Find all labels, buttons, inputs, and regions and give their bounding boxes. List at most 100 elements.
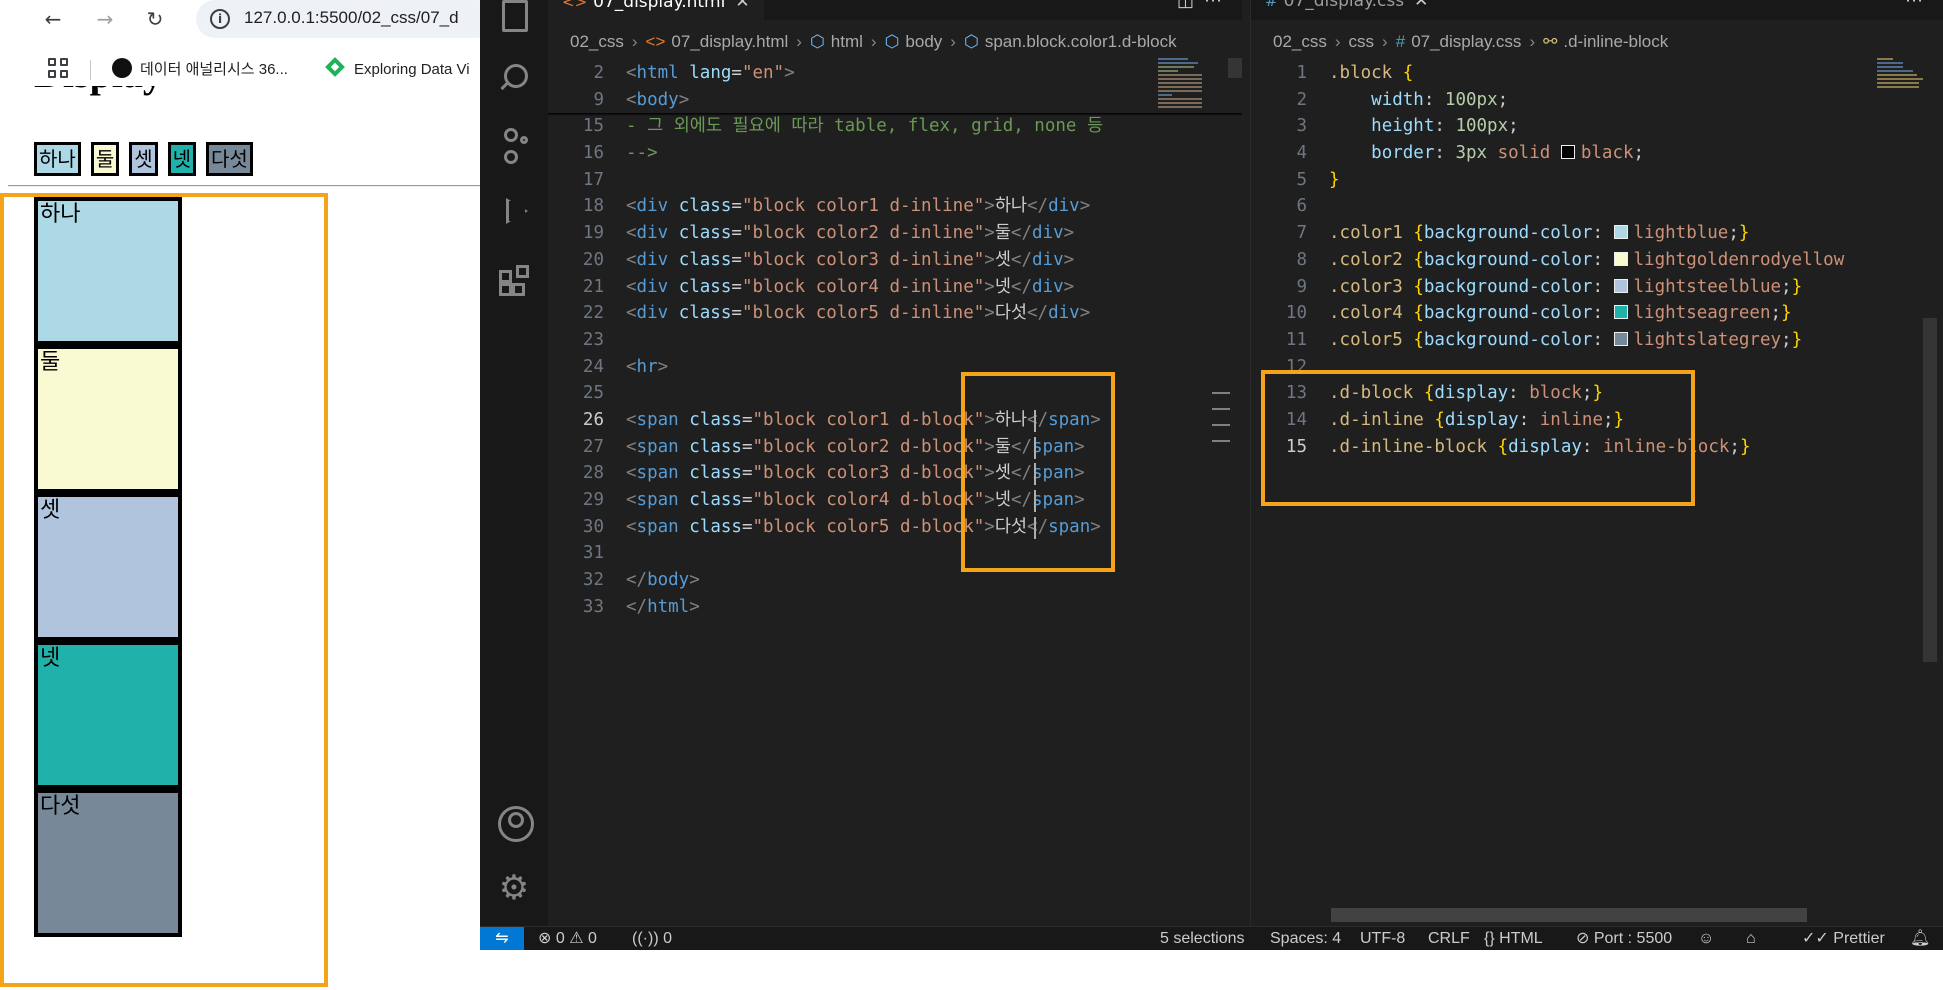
code-line[interactable]: 23	[548, 327, 1242, 354]
bookmark-data-vis[interactable]: Exploring Data Vi	[326, 58, 470, 78]
bell-icon[interactable]: 🔔︎	[1910, 927, 1930, 951]
ports-status[interactable]: ((·)) 0	[632, 927, 672, 951]
breadcrumb-item[interactable]: 07_display.html	[671, 32, 788, 51]
bookmark-github[interactable]: 데이터 애널리시스 36...	[112, 58, 288, 79]
prettier-status[interactable]: ✓✓ Prettier	[1802, 927, 1885, 951]
minimap[interactable]	[1877, 58, 1927, 128]
more-icon[interactable]: ⋯	[1905, 0, 1933, 11]
html-file-icon: <>	[562, 0, 588, 11]
code-line[interactable]: 16 -->	[548, 140, 1242, 167]
code-line[interactable]: 5}	[1251, 167, 1943, 194]
editor-css[interactable]: #07_display.css ✕ ⋯ 02_css › css › #07_displa…	[1250, 0, 1943, 926]
line-text: .color4 {background-color: lightseagreen…	[1329, 303, 1792, 324]
copilot-icon[interactable]: ☺	[1698, 927, 1714, 951]
code-line[interactable]: 33 </html>	[548, 594, 1242, 621]
reload-icon[interactable]: ↻	[140, 4, 170, 34]
code-line[interactable]: 25	[548, 380, 1242, 407]
code-line[interactable]: 2 width: 100px;	[1251, 87, 1943, 114]
eol-status[interactable]: CRLF	[1428, 927, 1470, 951]
run-debug-icon[interactable]	[496, 194, 532, 230]
source-control-icon[interactable]	[496, 126, 532, 164]
code-line[interactable]: 21 <div class="block color4 d-inline">넷</…	[548, 274, 1242, 301]
close-icon[interactable]: ✕	[735, 0, 749, 12]
remote-icon[interactable]: ⇋	[480, 927, 524, 951]
tab-07-display-css[interactable]: #07_display.css ✕	[1251, 0, 1443, 20]
braces-icon: {}	[1484, 930, 1495, 947]
code-line[interactable]: 9 <body>	[548, 87, 1242, 114]
desktop-background	[480, 950, 1943, 990]
address-bar[interactable]: i 127.0.0.1:5500/02_css/07_d	[196, 0, 480, 38]
search-icon[interactable]	[496, 60, 532, 96]
code-line[interactable]: 17	[548, 167, 1242, 194]
code-line[interactable]: 1 .block {	[1251, 60, 1943, 87]
line-number: 2	[1296, 89, 1307, 110]
code-line[interactable]: 10 .color4 {background-color: lightseagre…	[1251, 300, 1943, 327]
encoding-status[interactable]: UTF-8	[1360, 927, 1405, 951]
tab-07-display-html[interactable]: <> 07_display.html ✕	[548, 0, 764, 20]
breadcrumb-item[interactable]: span.block.color1.d-block	[985, 32, 1177, 51]
line-number: 23	[582, 329, 604, 350]
code-line[interactable]: 11 .color5 {background-color: lightslateg…	[1251, 327, 1943, 354]
split-editor-icon[interactable]: ◫	[1177, 0, 1204, 11]
code-line[interactable]: 2 <html lang="en">	[548, 60, 1242, 87]
breadcrumb: 02_css › css › #07_display.css › ⚯ .d-inline-bl…	[1251, 28, 1943, 56]
gear-icon[interactable]: ⚙	[496, 870, 532, 906]
horizontal-scrollbar[interactable]	[1331, 908, 1807, 922]
diamond-logo-icon	[326, 58, 346, 78]
vertical-scrollbar[interactable]	[1228, 58, 1242, 78]
code-line[interactable]: 7 .color1 {background-color: lightblue;}	[1251, 220, 1943, 247]
back-icon[interactable]: ←	[38, 4, 68, 34]
code-line[interactable]: 29 <span class="block color4 d-block">넷</…	[548, 487, 1242, 514]
vertical-scrollbar[interactable]	[1923, 318, 1937, 662]
code-line[interactable]: 22 <div class="block color5 d-inline">다섯<…	[548, 300, 1242, 327]
code-line[interactable]: 3 height: 100px;	[1251, 113, 1943, 140]
code-line[interactable]: 9 .color3 {background-color: lightsteelbl…	[1251, 274, 1943, 301]
explorer-icon[interactable]	[496, 0, 532, 32]
code-line[interactable]: 15 - 그 외에도 필요에 따라 table, flex, grid, none…	[548, 113, 1242, 140]
breadcrumb-item[interactable]: .d-inline-block	[1563, 32, 1668, 51]
problems-status[interactable]: ⊗ 0 ⚠ 0	[538, 927, 597, 951]
minimap[interactable]	[1158, 58, 1208, 128]
breadcrumb-item[interactable]: body	[905, 32, 942, 51]
feedback-icon[interactable]: ⌂	[1746, 927, 1756, 951]
editor-actions[interactable]: ◫⋯	[1177, 0, 1232, 11]
bookmark-label: 데이터 애널리시스 36...	[140, 61, 288, 78]
selections-status[interactable]: 5 selections	[1160, 927, 1245, 951]
breadcrumb-item[interactable]: 02_css	[1273, 32, 1327, 51]
extensions-icon[interactable]	[496, 262, 532, 298]
code-line[interactable]: 4 border: 3px solid black;	[1251, 140, 1943, 167]
code-line[interactable]: 32 </body>	[548, 567, 1242, 594]
code-line[interactable]: 31	[548, 540, 1242, 567]
account-icon[interactable]	[496, 804, 534, 842]
editor-html[interactable]: <> 07_display.html ✕ ◫⋯ 02_css › <> 07_displa…	[548, 0, 1242, 926]
code-line[interactable]: 8 .color2 {background-color: lightgoldenr…	[1251, 247, 1943, 274]
live-server-status[interactable]: ⊘ Port : 5500	[1576, 927, 1672, 951]
site-info-icon[interactable]: i	[210, 9, 230, 29]
code-line[interactable]: 24 <hr>	[548, 354, 1242, 381]
line-number: 4	[1296, 143, 1307, 164]
forward-icon[interactable]: →	[90, 4, 120, 34]
close-icon[interactable]: ✕	[1414, 0, 1428, 11]
code-line[interactable]: 19 <div class="block color2 d-inline">둘</…	[548, 220, 1242, 247]
overview-ruler-mark	[1212, 440, 1230, 442]
breadcrumb-item[interactable]: html	[831, 32, 863, 51]
apps-grid-icon[interactable]	[48, 58, 68, 78]
bookmarks-divider	[90, 60, 91, 80]
line-text: width: 100px;	[1371, 89, 1509, 110]
code-line[interactable]: 30 <span class="block color5 d-block">다섯<…	[548, 514, 1242, 541]
code-area[interactable]: 2 <html lang="en"> 9 <body> 15 - 그 외에도 필요에 따라…	[548, 60, 1242, 620]
code-line[interactable]: 20 <div class="block color3 d-inline">셋</…	[548, 247, 1242, 274]
code-line[interactable]: 26 <span class="block color1 d-block">하나<…	[548, 407, 1242, 434]
code-line[interactable]: 27 <span class="block color2 d-block">둘</…	[548, 434, 1242, 461]
indentation-status[interactable]: Spaces: 4	[1270, 927, 1341, 951]
code-line[interactable]: 6	[1251, 193, 1943, 220]
editor-actions[interactable]: ⋯	[1905, 0, 1933, 11]
code-line[interactable]: 18 <div class="block color1 d-inline">하나<…	[548, 193, 1242, 220]
line-number: 5	[1296, 169, 1307, 190]
breadcrumb-item[interactable]: 07_display.css	[1411, 32, 1521, 51]
code-line[interactable]: 28 <span class="block color3 d-block">셋</…	[548, 460, 1242, 487]
more-icon[interactable]: ⋯	[1204, 0, 1232, 11]
breadcrumb-item[interactable]: 02_css	[570, 32, 624, 51]
breadcrumb-item[interactable]: css	[1349, 32, 1375, 51]
language-status[interactable]: {} HTML	[1484, 927, 1543, 951]
